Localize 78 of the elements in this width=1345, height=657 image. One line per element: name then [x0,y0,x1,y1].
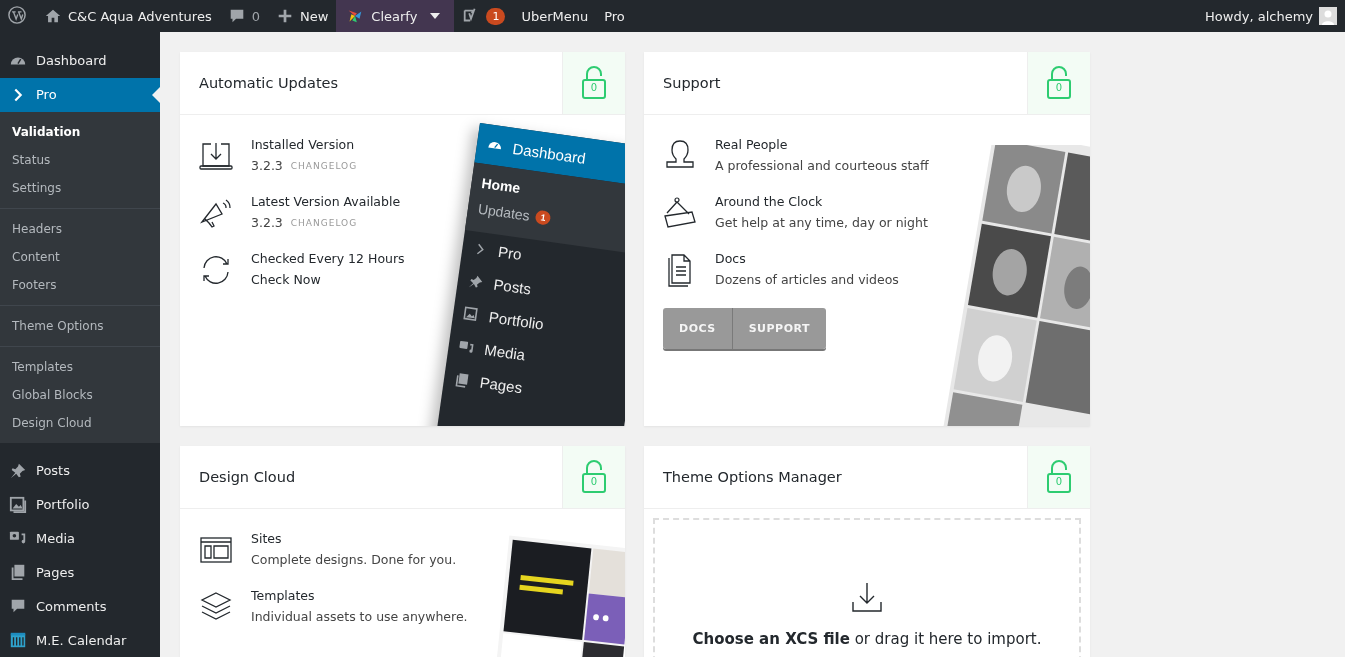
sidebar-item[interactable]: Portfolio [0,487,160,522]
menu-item-label: Posts [492,275,533,298]
feature-description: Get help at any time, day or night [715,215,928,230]
submenu-item[interactable]: Validation [0,117,160,146]
calendar-icon [9,631,27,650]
comments-link[interactable]: 0 [219,0,268,32]
seo-menu[interactable]: 1 [454,0,514,32]
notification-badge: 1 [486,7,506,25]
card-title: Support [662,75,721,91]
pages-icon [9,563,27,582]
menu-item-label: Portfolio [487,308,545,333]
padlock-icon [1046,460,1072,494]
feature-description: Individual assets to use anywhere. [251,609,468,624]
submenu-label: Home [480,174,522,197]
sidebar-item[interactable]: Pro [0,77,160,112]
new-link[interactable]: New [268,0,337,32]
gallery-icon [462,305,481,324]
clearfy-menu[interactable]: Clearfy [336,0,455,32]
feature-description: A professional and courteous staff [715,158,929,173]
hanging-sign-icon [663,196,697,230]
card-title: Automatic Updates [198,75,339,91]
sidebar-item[interactable]: Pages [0,555,160,590]
feature-title: Installed Version [251,137,356,152]
gallery-icon [9,495,27,514]
submenu-item[interactable]: Content [0,242,160,271]
lock-count: 0 [1054,82,1064,93]
menu-item-label: Media [483,340,527,364]
submenu-item[interactable]: Theme Options [0,311,160,340]
plus-icon [276,7,294,25]
notch-icon [152,86,160,103]
admin-bar-link[interactable]: UberMenu [513,0,597,32]
account-menu[interactable]: Howdy, alchemy [1197,0,1345,32]
padlock-icon [581,66,607,100]
sidebar-item[interactable]: Media [0,521,160,556]
submenu-label: Updates [476,200,531,224]
feature-title: Sites [251,531,283,546]
submenu-item[interactable]: Footers [0,270,160,299]
caret-icon [430,13,441,19]
menu-item-label: Pro [497,242,523,263]
sidebar-item[interactable]: Dashboard [0,44,160,78]
submenu-item[interactable]: Design Cloud [0,408,160,437]
sidebar-item[interactable]: Comments [0,589,160,624]
feature-description: Dozens of articles and videos [715,272,899,287]
import-instructions: Choose an XCS file or drag it here to import. [692,630,1042,648]
download-icon [850,580,884,614]
feature-title: Latest Version Available [251,194,401,209]
avatar-icon [1319,7,1337,25]
menu-header-label: Dashboard [511,139,587,167]
submenu-item[interactable]: Settings [0,173,160,202]
admin-bar-link[interactable]: Pro [596,0,633,32]
update-badge: 1 [534,209,552,226]
sidebar-item[interactable]: Posts [0,453,160,488]
menu-item-label: Pages [478,373,524,397]
feature-title: Real People [715,137,789,152]
version-number: 3.2.3 [251,158,283,173]
home-icon [44,7,62,25]
submenu-item[interactable]: Headers [0,214,160,243]
submenu-item[interactable]: Templates [0,352,160,381]
sidebar-item[interactable]: M.E. Calendar [0,623,160,657]
feature-title: Around the Clock [715,194,824,209]
check-now-link[interactable]: Check Now [251,272,405,287]
padlock-icon [1046,66,1072,100]
submenu-item[interactable]: Status [0,145,160,174]
version-number: 3.2.3 [251,215,283,230]
feature-title: Docs [715,251,747,266]
card-title: Design Cloud [198,469,296,485]
wordpress-logo-icon[interactable] [8,6,26,24]
submenu-item[interactable]: Global Blocks [0,380,160,409]
card-title: Theme Options Manager [662,469,842,485]
site-name-link[interactable]: C&C Aqua Adventures [36,0,220,32]
feature-title: Templates [251,588,316,603]
lock-count: 0 [589,82,599,93]
lock-count: 0 [1054,476,1064,487]
feature-title: Checked Every 12 Hours [251,251,405,266]
lock-count: 0 [589,476,599,487]
feature-description: Complete designs. Done for you. [251,552,457,567]
pin-icon [9,461,27,480]
padlock-icon [581,460,607,494]
